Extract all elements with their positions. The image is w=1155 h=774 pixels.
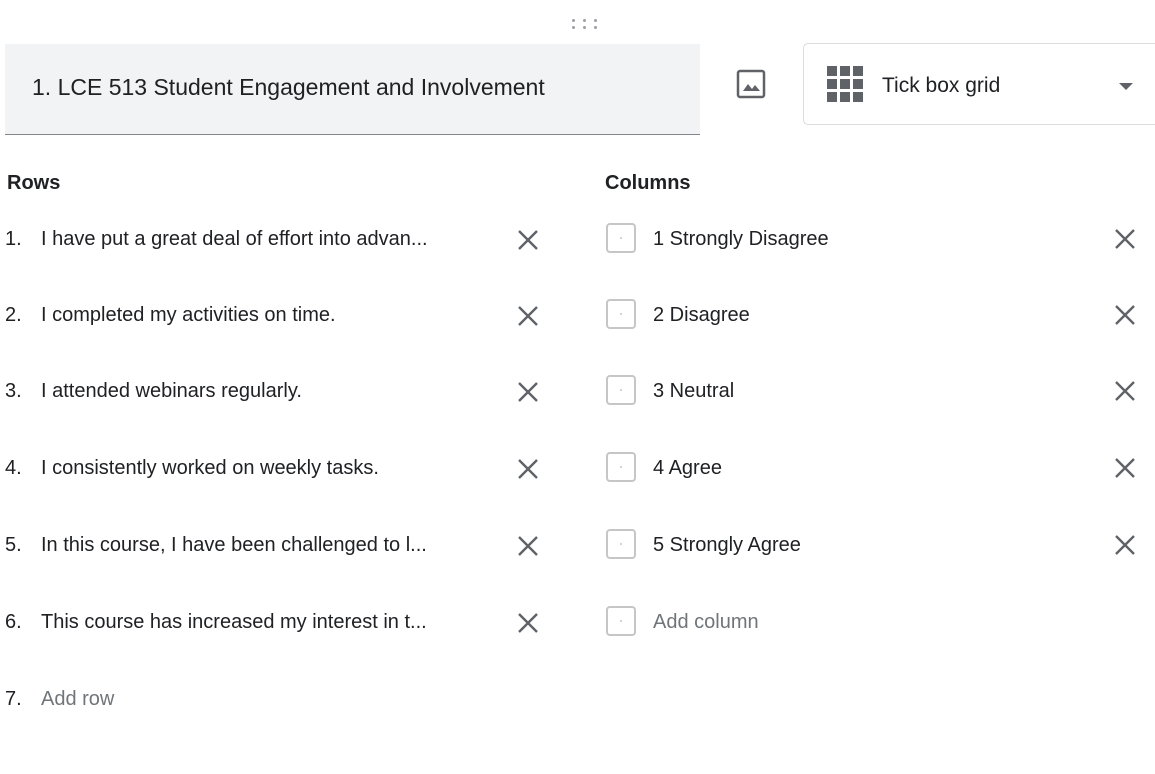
add-column: Add column — [600, 603, 1155, 643]
row-number: 1. — [5, 228, 22, 250]
drag-handle[interactable] — [570, 16, 600, 32]
close-icon — [514, 306, 542, 334]
image-icon — [736, 69, 766, 99]
rows-heading: Rows — [7, 172, 61, 194]
column-option: 4 Agree — [600, 449, 1155, 489]
row-number: 7. — [5, 688, 22, 710]
row-option: 2. I completed my activities on time. — [0, 296, 560, 336]
close-icon — [1111, 535, 1139, 563]
row-number: 3. — [5, 380, 22, 402]
column-option-input[interactable]: 2 Disagree — [653, 304, 750, 327]
column-option: 5 Strongly Agree — [600, 526, 1155, 566]
remove-column-button[interactable] — [1111, 301, 1139, 329]
row-option: 1. I have put a great deal of effort into… — [0, 220, 560, 260]
remove-column-button[interactable] — [1111, 225, 1139, 253]
row-option-input[interactable]: In this course, I have been challenged t… — [41, 534, 501, 557]
remove-row-button[interactable] — [514, 226, 542, 254]
row-option-input[interactable]: I consistently worked on weekly tasks. — [41, 457, 501, 480]
checkbox-preview — [606, 223, 636, 253]
row-option: 4. I consistently worked on weekly tasks. — [0, 449, 560, 489]
column-option-input[interactable]: 3 Neutral — [653, 380, 734, 403]
question-type-label: Tick box grid — [882, 74, 1001, 97]
row-number: 6. — [5, 611, 22, 633]
row-option-input[interactable]: I completed my activities on time. — [41, 304, 501, 327]
add-column-input[interactable]: Add column — [653, 611, 759, 634]
row-option: 3. I attended webinars regularly. — [0, 372, 560, 412]
close-icon — [514, 230, 542, 258]
column-option: 3 Neutral — [600, 372, 1155, 412]
checkbox-preview — [606, 299, 636, 329]
add-row-input[interactable]: Add row — [41, 688, 501, 711]
checkbox-preview — [606, 529, 636, 559]
question-title-input[interactable]: 1. LCE 513 Student Engagement and Involv… — [5, 44, 700, 135]
row-option-input[interactable]: I attended webinars regularly. — [41, 380, 501, 403]
remove-row-button[interactable] — [514, 609, 542, 637]
remove-column-button[interactable] — [1111, 454, 1139, 482]
remove-column-button[interactable] — [1111, 377, 1139, 405]
close-icon — [514, 536, 542, 564]
close-icon — [1111, 458, 1139, 486]
column-option-input[interactable]: 4 Agree — [653, 457, 722, 480]
close-icon — [514, 382, 542, 410]
column-option-input[interactable]: 5 Strongly Agree — [653, 534, 801, 557]
remove-row-button[interactable] — [514, 455, 542, 483]
row-option: 5. In this course, I have been challenged… — [0, 526, 560, 566]
remove-row-button[interactable] — [514, 532, 542, 560]
close-icon — [1111, 381, 1139, 409]
row-number: 5. — [5, 534, 22, 556]
row-option-input[interactable]: I have put a great deal of effort into a… — [41, 228, 501, 251]
columns-heading: Columns — [605, 172, 691, 194]
grid-icon — [827, 66, 863, 102]
row-option-input[interactable]: This course has increased my interest in… — [41, 611, 501, 634]
row-option: 6. This course has increased my interest … — [0, 603, 560, 643]
column-option: 1 Strongly Disagree — [600, 220, 1155, 260]
checkbox-preview — [606, 452, 636, 482]
remove-column-button[interactable] — [1111, 531, 1139, 559]
close-icon — [514, 459, 542, 487]
add-image-button[interactable] — [735, 68, 767, 100]
close-icon — [1111, 305, 1139, 333]
chevron-down-icon — [1119, 83, 1133, 90]
close-icon — [514, 613, 542, 641]
question-title-text: 1. LCE 513 Student Engagement and Involv… — [32, 74, 545, 100]
remove-row-button[interactable] — [514, 302, 542, 330]
close-icon — [1111, 229, 1139, 257]
row-number: 4. — [5, 457, 22, 479]
column-option-input[interactable]: 1 Strongly Disagree — [653, 228, 829, 251]
column-option: 2 Disagree — [600, 296, 1155, 336]
question-type-dropdown[interactable]: Tick box grid — [803, 43, 1155, 125]
add-row: 7. Add row — [0, 680, 560, 720]
checkbox-preview — [606, 375, 636, 405]
checkbox-preview — [606, 606, 636, 636]
remove-row-button[interactable] — [514, 378, 542, 406]
row-number: 2. — [5, 304, 22, 326]
